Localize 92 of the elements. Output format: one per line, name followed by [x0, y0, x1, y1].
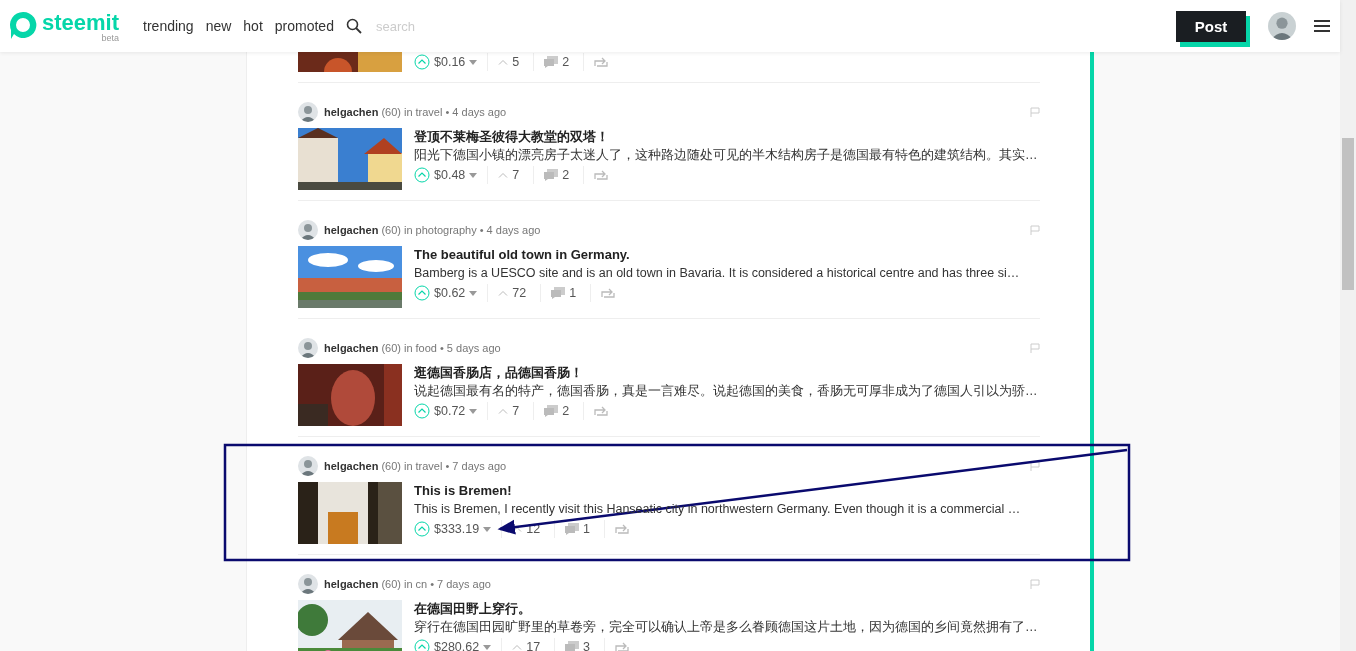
- avatar[interactable]: [298, 456, 318, 476]
- upvote-icon[interactable]: [414, 403, 430, 419]
- category-prefix: in: [403, 578, 413, 590]
- caret-icon[interactable]: [469, 172, 478, 178]
- payout-amount[interactable]: $0.48: [434, 168, 466, 182]
- upvote-icon[interactable]: [414, 521, 430, 537]
- reputation-score: (60): [381, 106, 401, 118]
- avatar[interactable]: [298, 220, 318, 240]
- caret-icon[interactable]: [483, 644, 492, 650]
- post-title[interactable]: The beautiful old town in Germany.: [414, 246, 1040, 264]
- comment-icon[interactable]: [565, 523, 580, 535]
- caret-icon[interactable]: [469, 408, 478, 414]
- payout-amount[interactable]: $0.62: [434, 286, 466, 300]
- reputation-score: (60): [381, 460, 401, 472]
- nav-link[interactable]: promoted: [274, 18, 334, 34]
- comment-count[interactable]: 2: [562, 168, 570, 182]
- category-prefix: in: [403, 342, 413, 354]
- payout-amount[interactable]: $333.19: [434, 522, 480, 536]
- comment-icon[interactable]: [544, 169, 559, 181]
- comment-icon[interactable]: [544, 405, 559, 417]
- nav-link[interactable]: hot: [243, 18, 263, 34]
- vote-count[interactable]: 7: [512, 404, 520, 418]
- comment-icon[interactable]: [551, 287, 566, 299]
- logo-icon[interactable]: [8, 9, 38, 40]
- comment-count[interactable]: 2: [562, 55, 570, 69]
- caret-icon[interactable]: [469, 59, 478, 65]
- payout-amount[interactable]: $0.16: [434, 55, 466, 69]
- post-time: • 7 days ago: [430, 578, 491, 590]
- flag-icon[interactable]: [1030, 461, 1040, 471]
- post-title[interactable]: 在德国田野上穿行。: [414, 600, 1040, 618]
- post-summary[interactable]: 穿行在德国田园旷野里的草卷旁，完全可以确认上帝是多么眷顾德国这片土地，因为德国的乡间竟然拥有了…: [414, 618, 1040, 637]
- user-avatar[interactable]: [1268, 12, 1296, 40]
- avatar[interactable]: [298, 102, 318, 122]
- upvote-icon[interactable]: [414, 285, 430, 301]
- resteem-icon[interactable]: [594, 406, 609, 416]
- author-link[interactable]: helgachen: [324, 578, 379, 590]
- reputation-score: (60): [381, 224, 401, 236]
- menu-icon[interactable]: [1314, 19, 1330, 33]
- vote-count[interactable]: 7: [512, 168, 520, 182]
- beta-tag: beta: [101, 33, 120, 43]
- vote-count[interactable]: 17: [526, 640, 541, 651]
- caret-icon[interactable]: [483, 526, 492, 532]
- comment-icon[interactable]: [544, 56, 559, 68]
- upvote-icon[interactable]: [414, 167, 430, 183]
- comment-count[interactable]: 2: [562, 404, 570, 418]
- author-link[interactable]: helgachen: [324, 342, 379, 354]
- post-time: • 4 days ago: [445, 106, 507, 118]
- upvote-icon[interactable]: [414, 54, 430, 70]
- payout-amount[interactable]: $0.72: [434, 404, 466, 418]
- category-prefix: in: [403, 106, 413, 118]
- comment-count[interactable]: 1: [583, 522, 591, 536]
- caret-icon[interactable]: [469, 290, 478, 296]
- chevron-up-icon[interactable]: [512, 526, 523, 532]
- category-link[interactable]: travel: [415, 460, 443, 472]
- resteem-icon[interactable]: [594, 170, 609, 180]
- reputation-score: (60): [381, 578, 401, 590]
- category-prefix: in: [403, 460, 413, 472]
- post-summary[interactable]: 说起德国最有名的特产，德国香肠，真是一言难尽。说起德国的美食，香肠无可厚非成为了德国人引以为骄…: [414, 382, 1040, 401]
- author-link[interactable]: helgachen: [324, 224, 379, 236]
- post-summary[interactable]: Bamberg is a UESCO site and is an old town in Bavaria. It is considered a historical centre and has three si…: [414, 264, 1040, 283]
- post-time: • 5 days ago: [439, 342, 501, 354]
- author-link[interactable]: helgachen: [324, 460, 379, 472]
- post-title[interactable]: 逛德国香肠店，品德国香肠！: [414, 364, 1040, 382]
- scrollbar[interactable]: [1340, 0, 1356, 651]
- post-time: • 7 days ago: [445, 460, 507, 472]
- resteem-icon[interactable]: [615, 642, 630, 651]
- category-link[interactable]: food: [415, 342, 437, 354]
- nav-link[interactable]: new: [205, 18, 232, 34]
- comment-count[interactable]: 3: [583, 640, 591, 651]
- comment-icon[interactable]: [565, 641, 580, 651]
- post-title[interactable]: 登顶不莱梅圣彼得大教堂的双塔！: [414, 128, 1040, 146]
- vote-count[interactable]: 72: [512, 286, 527, 300]
- category-link[interactable]: cn: [415, 578, 428, 590]
- vote-count[interactable]: 5: [512, 55, 520, 69]
- category-link[interactable]: photography: [415, 224, 477, 236]
- resteem-icon[interactable]: [594, 57, 609, 67]
- post-button[interactable]: Post: [1176, 10, 1246, 42]
- category-prefix: in: [403, 224, 413, 236]
- post-title[interactable]: This is Bremen!: [414, 482, 1040, 500]
- reputation-score: (60): [381, 342, 401, 354]
- resteem-icon[interactable]: [601, 288, 616, 298]
- upvote-icon[interactable]: [414, 639, 430, 651]
- post-time: • 4 days ago: [479, 224, 541, 236]
- search-icon[interactable]: [345, 18, 362, 34]
- avatar[interactable]: [298, 574, 318, 594]
- resteem-icon[interactable]: [615, 524, 630, 534]
- author-link[interactable]: helgachen: [324, 106, 379, 118]
- post-summary[interactable]: 阳光下德国小镇的漂亮房子太迷人了，这种路边随处可见的半木结构房子是德国最有特色的建筑结构。其实…: [414, 146, 1040, 165]
- nav-link[interactable]: trending: [143, 18, 194, 34]
- comment-count[interactable]: 1: [569, 286, 577, 300]
- avatar[interactable]: [298, 338, 318, 358]
- category-link[interactable]: travel: [415, 106, 443, 118]
